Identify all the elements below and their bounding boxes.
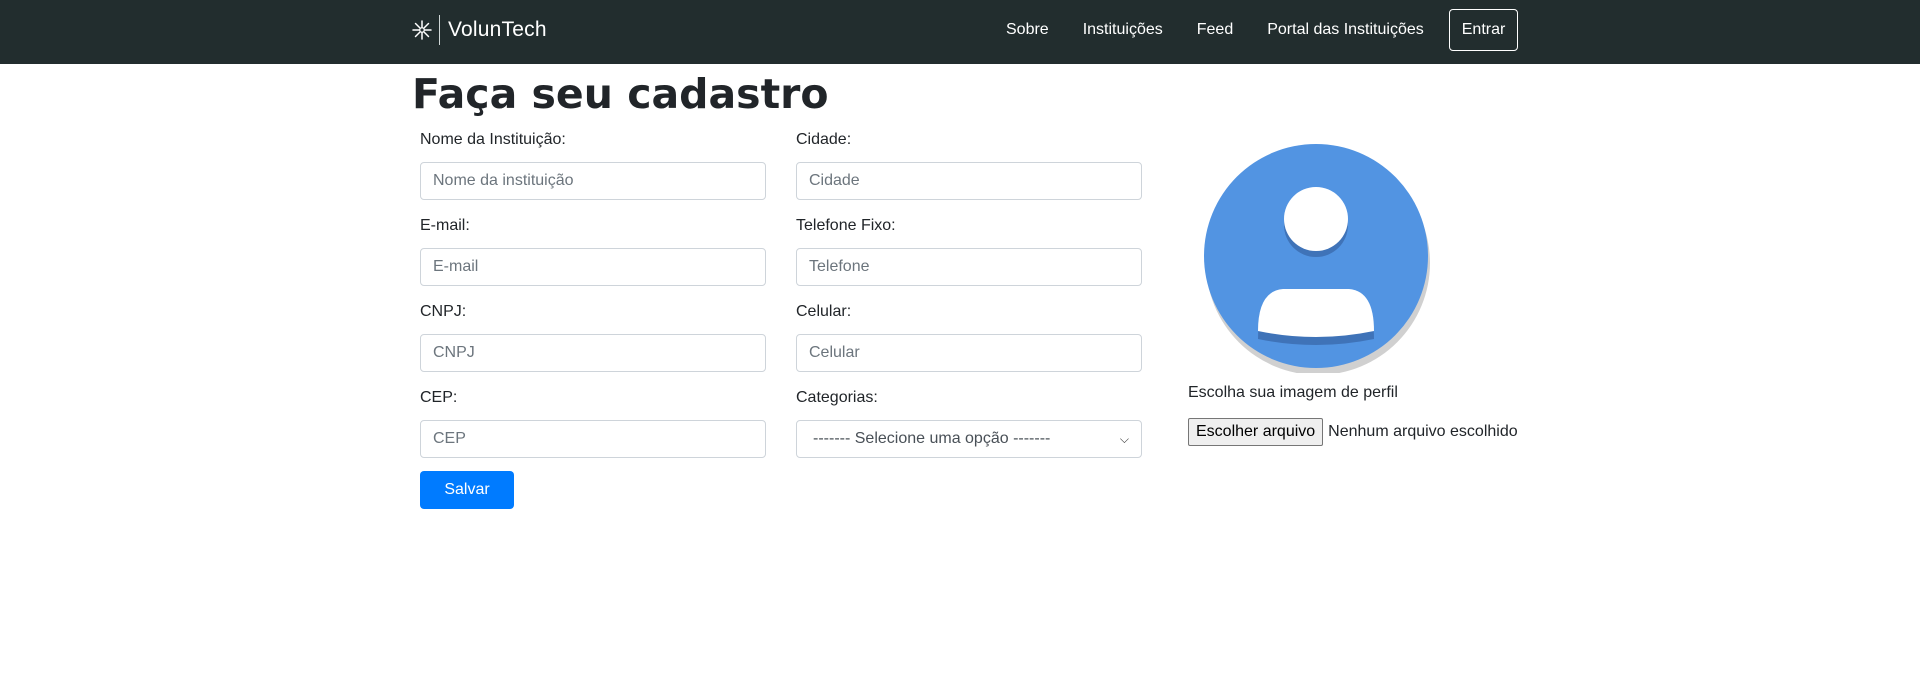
page-title: Faça seu cadastro [412,70,829,118]
brand-name: VolunTech [448,18,547,41]
telefone-label: Telefone Fixo: [796,217,896,234]
categorias-label: Categorias: [796,389,878,406]
field-celular: Celular: [796,300,1142,372]
celular-input[interactable] [796,334,1142,372]
file-picker: Escolher arquivo Nenhum arquivo escolhid… [1188,418,1518,446]
telefone-input[interactable] [796,248,1142,286]
field-cnpj: CNPJ: [420,300,766,372]
cep-input[interactable] [420,420,766,458]
choose-file-button[interactable]: Escolher arquivo [1188,418,1324,446]
file-status: Nenhum arquivo escolhido [1328,423,1518,440]
profile-image-label: Escolha sua imagem de perfil [1188,384,1398,401]
field-email: E-mail: [420,214,766,286]
brand-divider [439,15,440,45]
nav-link-feed[interactable]: Feed [1197,21,1233,39]
avatar [1203,143,1433,378]
nav-link-sobre[interactable]: Sobre [1006,21,1049,39]
field-telefone: Telefone Fixo: [796,214,1142,286]
field-cep: CEP: [420,386,766,458]
cidade-label: Cidade: [796,131,852,148]
nome-label: Nome da Instituição: [420,131,566,148]
cidade-input[interactable] [796,162,1142,200]
nav-links: Sobre Instituições Feed Portal das Insti… [1006,9,1519,51]
nome-input[interactable] [420,162,766,200]
brand-link[interactable]: VolunTech [411,14,547,46]
field-cidade: Cidade: [796,128,1142,200]
nav-link-portal[interactable]: Portal das Instituições [1267,21,1424,39]
cep-label: CEP: [420,389,458,406]
categorias-select[interactable]: ------- Selecione uma opção ------- ⌵ [796,420,1142,458]
email-input[interactable] [420,248,766,286]
nav-link-instituicoes[interactable]: Instituições [1083,21,1163,39]
categorias-selected-value: ------- Selecione uma opção ------- [813,430,1051,447]
brand-logo-icon [411,19,433,41]
save-button[interactable]: Salvar [420,471,514,509]
login-button[interactable]: Entrar [1448,9,1519,51]
chevron-down-icon: ⌵ [1119,431,1129,446]
field-nome: Nome da Instituição: [420,128,766,200]
navbar: VolunTech Sobre Instituições Feed Portal… [0,0,1920,64]
cnpj-input[interactable] [420,334,766,372]
email-label: E-mail: [420,217,470,234]
cnpj-label: CNPJ: [420,303,467,320]
celular-label: Celular: [796,303,852,320]
user-avatar-icon [1204,144,1430,375]
field-categorias: Categorias: ------- Selecione uma opção … [796,386,1142,458]
